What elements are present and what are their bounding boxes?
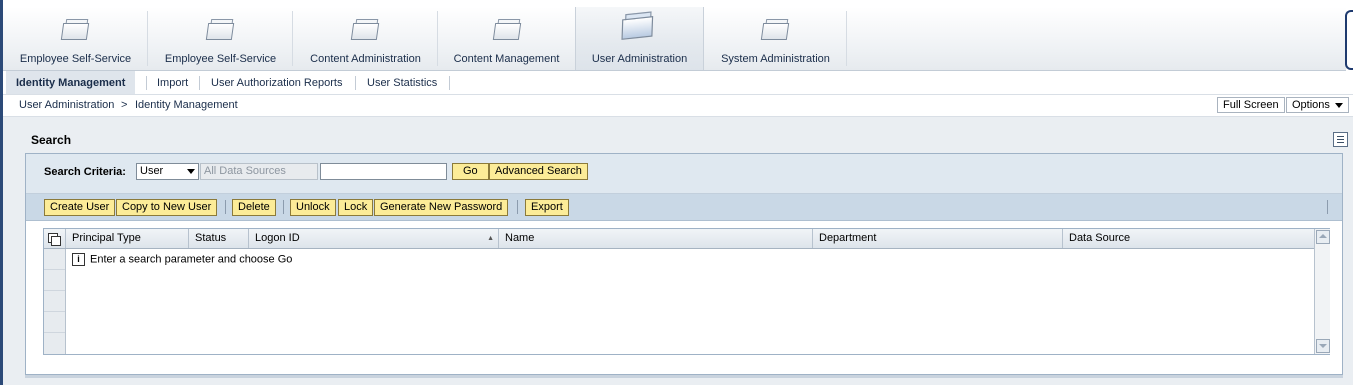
lock-button[interactable]: Lock: [338, 199, 374, 216]
dropdown-arrow-icon: [187, 169, 195, 174]
column-department[interactable]: Department: [812, 229, 1062, 248]
search-input[interactable]: [320, 163, 447, 180]
tab-user-administration[interactable]: User Administration: [575, 7, 704, 70]
content-area: Search Search Criteria: User All Data So…: [3, 117, 1353, 385]
unlock-button[interactable]: Unlock: [290, 199, 336, 216]
tab-employee-self-service-2[interactable]: Employee Self-Service: [148, 7, 293, 70]
tab-label: System Administration: [721, 53, 830, 65]
column-logon-id[interactable]: Logon ID ▲: [248, 229, 499, 248]
folder-icon: [205, 19, 235, 40]
tab-label: Employee Self-Service: [164, 53, 277, 65]
copy-to-new-user-button[interactable]: Copy to New User: [116, 199, 218, 216]
scroll-down-icon[interactable]: [1316, 339, 1330, 353]
tab-label: Employee Self-Service: [19, 53, 132, 65]
subtab-import[interactable]: Import: [157, 71, 188, 94]
subtab-user-authorization-reports[interactable]: User Authorization Reports: [211, 71, 342, 94]
column-name[interactable]: Name: [498, 229, 812, 248]
column-logon-id-label: Logon ID: [255, 232, 300, 244]
tab-label: Content Administration: [310, 53, 421, 65]
tab-system-administration[interactable]: System Administration: [704, 7, 847, 70]
search-criteria-label: Search Criteria:: [44, 166, 126, 178]
subtab-identity-management[interactable]: Identity Management: [6, 71, 136, 94]
tab-label: User Administration: [591, 53, 688, 65]
breadcrumb-identity-management: Identity Management: [135, 99, 238, 111]
window-edge-bracket: [1345, 10, 1353, 70]
select-all-icon[interactable]: [48, 233, 61, 246]
tab-content-administration[interactable]: Content Administration: [293, 7, 438, 70]
column-principal-type[interactable]: Principal Type: [65, 229, 188, 248]
advanced-search-button[interactable]: Advanced Search: [489, 163, 588, 180]
sub-navigation: Identity Management Import User Authoriz…: [3, 71, 1353, 95]
export-button[interactable]: Export: [525, 199, 569, 216]
empty-message-text: Enter a search parameter and choose Go: [90, 253, 293, 266]
data-source-field: All Data Sources: [200, 163, 318, 180]
search-criteria-bar: Search Criteria: User All Data Sources G…: [26, 154, 1342, 194]
search-type-value: User: [140, 165, 164, 177]
results-table: Principal Type Status Logon ID ▲ Name De…: [43, 228, 1330, 355]
full-screen-button[interactable]: Full Screen: [1217, 97, 1285, 113]
options-label: Options: [1292, 99, 1330, 111]
scroll-up-icon[interactable]: [1316, 230, 1330, 244]
breadcrumb-separator: >: [121, 99, 128, 111]
tab-label: Content Management: [453, 53, 560, 65]
go-button[interactable]: Go: [452, 163, 489, 180]
folder-icon: [60, 19, 90, 40]
search-type-select[interactable]: User: [136, 163, 199, 180]
search-panel: Search Criteria: User All Data Sources G…: [25, 153, 1343, 375]
options-button[interactable]: Options: [1286, 97, 1349, 113]
section-title: Search: [31, 133, 72, 147]
tab-content-management[interactable]: Content Management: [438, 7, 575, 70]
empty-table-message: i Enter a search parameter and choose Go: [72, 253, 292, 266]
table-header: Principal Type Status Logon ID ▲ Name De…: [44, 229, 1314, 249]
top-navigation: Employee Self-Service Employee Self-Serv…: [3, 7, 1346, 71]
action-toolbar: Create User Copy to New User Delete Unlo…: [26, 194, 1342, 221]
panel-bottom-edge: [25, 375, 1343, 378]
breadcrumb-user-administration[interactable]: User Administration: [19, 99, 114, 111]
row-selector-column: [44, 249, 66, 354]
tab-employee-self-service-1[interactable]: Employee Self-Service: [3, 7, 148, 70]
create-user-button[interactable]: Create User: [44, 199, 116, 216]
chevron-down-icon: [1334, 103, 1343, 108]
sort-ascending-icon: ▲: [487, 235, 494, 242]
folder-icon: [760, 19, 790, 40]
folder-icon: [492, 19, 522, 40]
panel-menu-icon[interactable]: [1333, 132, 1348, 147]
folder-icon: [350, 19, 380, 40]
open-folder-icon: [620, 11, 654, 40]
column-status[interactable]: Status: [188, 229, 248, 248]
subtab-user-statistics[interactable]: User Statistics: [367, 71, 437, 94]
breadcrumb-bar: User Administration > Identity Managemen…: [3, 95, 1353, 117]
column-data-source[interactable]: Data Source: [1062, 229, 1314, 248]
delete-button[interactable]: Delete: [232, 199, 276, 216]
vertical-scrollbar[interactable]: [1314, 229, 1330, 354]
info-icon: i: [72, 253, 85, 266]
generate-new-password-button[interactable]: Generate New Password: [374, 199, 509, 216]
